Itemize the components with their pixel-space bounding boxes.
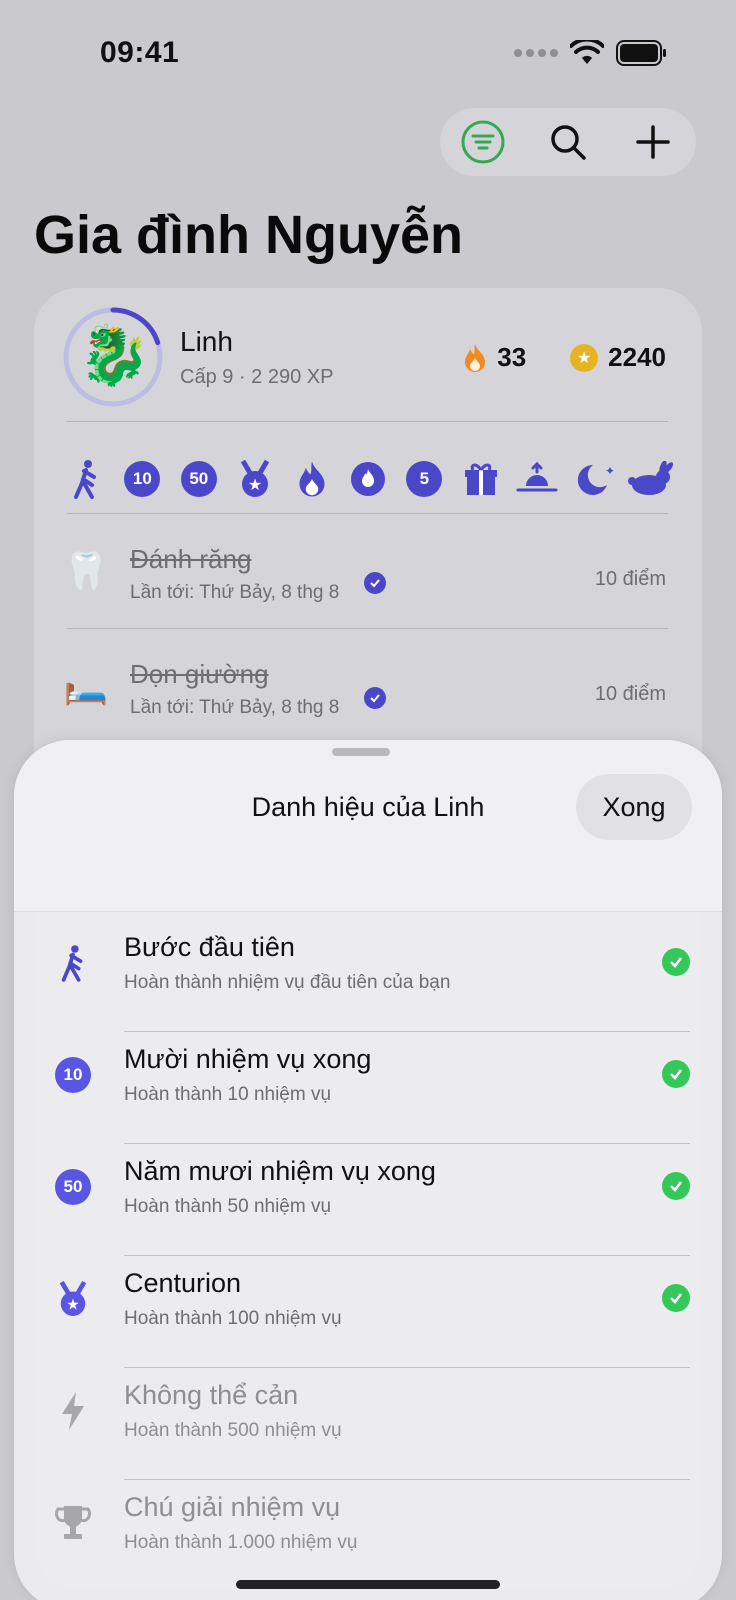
task-title: Dọn giường xyxy=(130,659,269,689)
done-button[interactable]: Xong xyxy=(576,774,692,840)
member-stats: 33 ★ 2240 xyxy=(463,342,666,373)
status-icons xyxy=(514,40,668,66)
achievement-title: Bước đầu tiên xyxy=(124,932,295,962)
task-next-date: Lần tới: Thứ Bảy, 8 thg 8 xyxy=(130,582,340,603)
task-emoji: 🛏️ xyxy=(63,665,109,706)
task-next-date: Lần tới: Thứ Bảy, 8 thg 8 xyxy=(130,697,340,718)
achievement-title: Centurion xyxy=(124,1268,242,1298)
achievement-item[interactable]: 50 Năm mươi nhiệm vụ xong Hoàn thành 50 … xyxy=(14,1144,722,1256)
walk-icon xyxy=(62,455,110,503)
sunrise-icon xyxy=(513,455,561,503)
divider xyxy=(67,513,668,514)
achievement-title: Mười nhiệm vụ xong xyxy=(124,1044,372,1074)
plus-icon xyxy=(636,125,671,159)
coin-count: 2240 xyxy=(608,342,666,372)
svg-text:★: ★ xyxy=(66,1296,80,1313)
achievement-item[interactable]: Không thể cản Hoàn thành 500 nhiệm vụ xyxy=(14,1368,722,1480)
achievement-description: Hoàn thành 50 nhiệm vụ xyxy=(124,1196,332,1217)
home-indicator xyxy=(236,1580,500,1589)
task-points: 10 điểm xyxy=(594,683,666,705)
gift-icon xyxy=(457,455,505,503)
achievement-title: Năm mươi nhiệm vụ xong xyxy=(124,1156,436,1186)
achievement-description: Hoàn thành 1.000 nhiệm vụ xyxy=(124,1532,358,1553)
achievement-item[interactable]: Chú giải nhiệm vụ Hoàn thành 1.000 nhiệm… xyxy=(14,1480,722,1592)
svg-text:✦: ✦ xyxy=(605,464,613,478)
badge-50-icon: 50 xyxy=(54,1168,92,1206)
achievement-title: Không thể cản xyxy=(124,1380,299,1410)
filter-icon xyxy=(461,120,505,164)
achievement-description: Hoàn thành 100 nhiệm vụ xyxy=(124,1308,342,1329)
task-emoji: 🦷 xyxy=(63,550,109,591)
flame-circle-icon xyxy=(344,455,392,503)
checkmark-icon xyxy=(662,1172,690,1200)
top-toolbar xyxy=(440,108,696,176)
coin-icon: ★ xyxy=(570,343,599,372)
battery-icon xyxy=(616,40,666,66)
app-screen: 09:41 Gia đình Nguyễn 🐉 Linh Cấp 9 · 2 2… xyxy=(0,0,736,1600)
checkmark-icon xyxy=(364,572,386,594)
achievements-sheet: Danh hiệu của Linh Xong Bước đầu tiên Ho… xyxy=(14,740,722,1600)
member-level: Cấp 9 · 2 290 XP xyxy=(180,366,334,388)
achievement-title: Chú giải nhiệm vụ xyxy=(124,1492,341,1522)
checkmark-icon xyxy=(662,1060,690,1088)
divider xyxy=(67,421,668,422)
filter-button[interactable] xyxy=(455,114,511,170)
search-icon xyxy=(551,125,586,160)
checkmark-icon xyxy=(662,1284,690,1312)
bolt-icon xyxy=(54,1392,92,1430)
cellular-icon xyxy=(514,49,558,57)
medal-icon: ★ xyxy=(54,1280,92,1318)
badge-row[interactable]: 10 50 ★ 5 ✦ xyxy=(62,452,674,506)
avatar: 🐉 xyxy=(78,323,151,388)
profile-header[interactable]: 🐉 Linh Cấp 9 · 2 290 XP 33 ★ 2240 xyxy=(62,306,666,416)
task-points: 10 điểm xyxy=(594,568,666,590)
svg-text:★: ★ xyxy=(248,477,262,494)
badge-10-icon: 10 xyxy=(54,1056,92,1094)
badge-50-icon: 50 xyxy=(175,455,223,503)
achievement-item[interactable]: Bước đầu tiên Hoàn thành nhiệm vụ đầu ti… xyxy=(14,920,722,1032)
achievement-item[interactable]: 10 Mười nhiệm vụ xong Hoàn thành 10 nhiệ… xyxy=(14,1032,722,1144)
achievement-description: Hoàn thành nhiệm vụ đầu tiên của bạn xyxy=(124,972,451,993)
checkmark-icon xyxy=(662,948,690,976)
moon-stars-icon: ✦ xyxy=(570,455,618,503)
flame-icon xyxy=(465,343,486,372)
streak-count: 33 xyxy=(497,342,527,372)
add-button[interactable] xyxy=(625,114,681,170)
search-button[interactable] xyxy=(540,114,596,170)
flame-icon xyxy=(288,455,336,503)
hare-icon xyxy=(626,455,674,503)
status-time: 09:41 xyxy=(100,36,180,69)
divider xyxy=(67,628,668,629)
task-title: Đánh răng xyxy=(130,544,252,574)
achievement-description: Hoàn thành 10 nhiệm vụ xyxy=(124,1084,332,1105)
badge-10-icon: 10 xyxy=(118,455,166,503)
member-name: Linh xyxy=(180,326,233,357)
page-title: Gia đình Nguyễn xyxy=(34,205,464,265)
badge-5-icon: 5 xyxy=(400,455,448,503)
checkmark-icon xyxy=(364,687,386,709)
walk-icon xyxy=(54,944,92,982)
achievement-description: Hoàn thành 500 nhiệm vụ xyxy=(124,1420,342,1441)
sheet-header: Danh hiệu của Linh Xong xyxy=(14,740,722,912)
medal-icon: ★ xyxy=(231,455,279,503)
task-row[interactable]: 🦷 Đánh răng Lần tới: Thứ Bảy, 8 thg 8 10… xyxy=(62,540,666,640)
achievement-item[interactable]: ★ Centurion Hoàn thành 100 nhiệm vụ xyxy=(14,1256,722,1368)
sheet-grabber[interactable] xyxy=(332,748,390,756)
trophy-icon xyxy=(54,1504,92,1542)
wifi-icon xyxy=(570,40,604,64)
